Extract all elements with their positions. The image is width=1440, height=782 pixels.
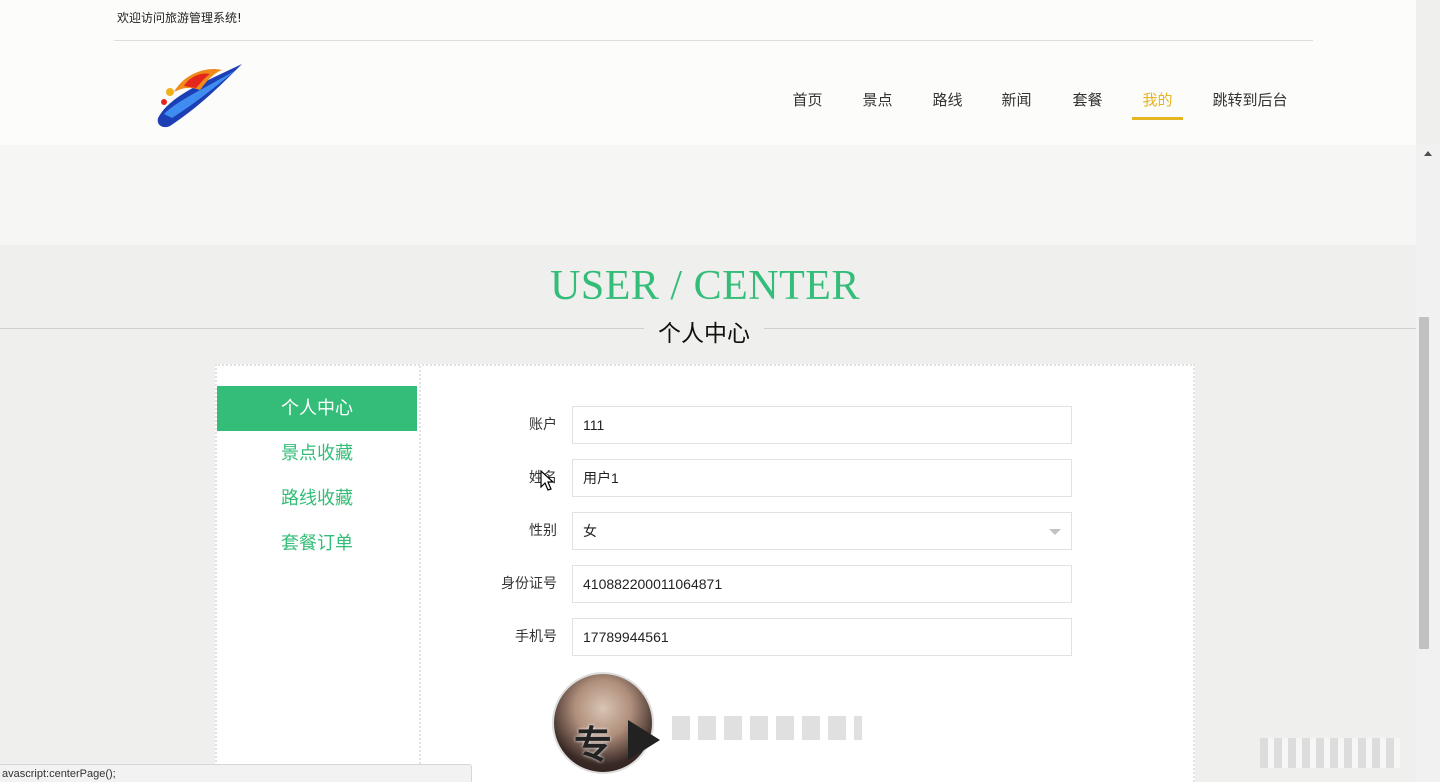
name-field[interactable]: 用户1 — [572, 459, 1072, 497]
nav-scenic[interactable]: 景点 — [862, 90, 893, 120]
nav-home[interactable]: 首页 — [792, 90, 823, 120]
mouse-cursor-icon — [540, 470, 555, 491]
main-nav: 首页 景点 路线 新闻 套餐 我的 跳转到后台 — [0, 90, 1416, 120]
gender-select[interactable]: 女 — [572, 512, 1072, 550]
scroll-up-arrow-icon[interactable] — [1424, 151, 1432, 156]
section-title-cn: 个人中心 — [644, 314, 764, 348]
nav-packages[interactable]: 套餐 — [1072, 90, 1103, 120]
nav-admin[interactable]: 跳转到后台 — [1212, 90, 1288, 120]
nav-routes[interactable]: 路线 — [932, 90, 963, 120]
section-title-en: USER / CENTER — [550, 263, 860, 309]
form-row-account: 账户 111 — [487, 406, 1077, 444]
phone-field[interactable]: 17789944561 — [572, 618, 1072, 656]
sidebar-item-route-favorites[interactable]: 路线收藏 — [217, 476, 417, 521]
header-divider — [114, 40, 1313, 41]
blurred-overlay-text — [672, 716, 862, 740]
browser-status-bar: avascript:centerPage(); — [0, 764, 472, 782]
page-scrollbar[interactable] — [1416, 145, 1440, 782]
scrollbar-thumb[interactable] — [1419, 317, 1429, 649]
nav-mine[interactable]: 我的 — [1132, 90, 1183, 120]
sidebar: 个人中心 景点收藏 路线收藏 套餐订单 — [217, 366, 421, 782]
account-label: 账户 — [529, 417, 557, 433]
form-row-gender: 性别 女 — [487, 512, 1077, 550]
idcard-field[interactable]: 410882200011064871 — [572, 565, 1072, 603]
site-header: 欢迎访问旅游管理系统! 首页 景点 路线 新闻 套餐 我的 跳转到后台 — [0, 0, 1416, 145]
form-row-name: 姓名 用户1 — [487, 459, 1077, 497]
gender-value: 女 — [583, 523, 597, 539]
form-row-phone: 手机号 17789944561 — [487, 618, 1077, 656]
sidebar-item-profile[interactable]: 个人中心 — [217, 386, 417, 431]
form-row-idcard: 身份证号 410882200011064871 — [487, 565, 1077, 603]
phone-label: 手机号 — [515, 629, 557, 645]
chevron-down-icon — [1049, 529, 1061, 535]
sidebar-item-scenic-favorites[interactable]: 景点收藏 — [217, 431, 417, 476]
nav-news[interactable]: 新闻 — [1001, 90, 1032, 120]
gender-label: 性别 — [529, 523, 557, 539]
idcard-label: 身份证号 — [501, 576, 557, 592]
avatar-watermark-text: 专 — [574, 723, 613, 767]
play-icon — [628, 720, 660, 760]
banner-area — [0, 145, 1416, 245]
account-field[interactable]: 111 — [572, 406, 1072, 444]
sidebar-item-package-orders[interactable]: 套餐订单 — [217, 521, 417, 566]
blurred-watermark — [1260, 738, 1400, 768]
welcome-text: 欢迎访问旅游管理系统! — [117, 11, 242, 25]
